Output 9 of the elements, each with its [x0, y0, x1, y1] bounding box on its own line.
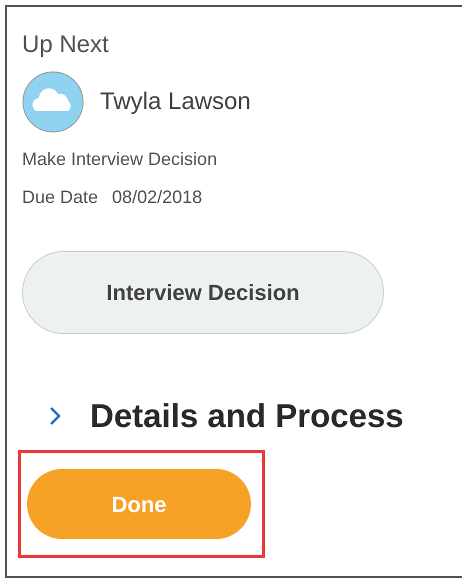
- person-name[interactable]: Twyla Lawson: [100, 84, 251, 120]
- avatar-cloud-icon: [22, 71, 84, 133]
- due-date-value: 08/02/2018: [112, 186, 202, 209]
- interview-decision-button[interactable]: Interview Decision: [22, 251, 384, 334]
- chevron-icon[interactable]: [48, 405, 62, 427]
- section-heading: Up Next: [22, 31, 109, 59]
- due-date-label: Due Date: [22, 186, 98, 209]
- task-name: Make Interview Decision: [22, 148, 218, 171]
- section-title[interactable]: Details and Process: [90, 396, 404, 436]
